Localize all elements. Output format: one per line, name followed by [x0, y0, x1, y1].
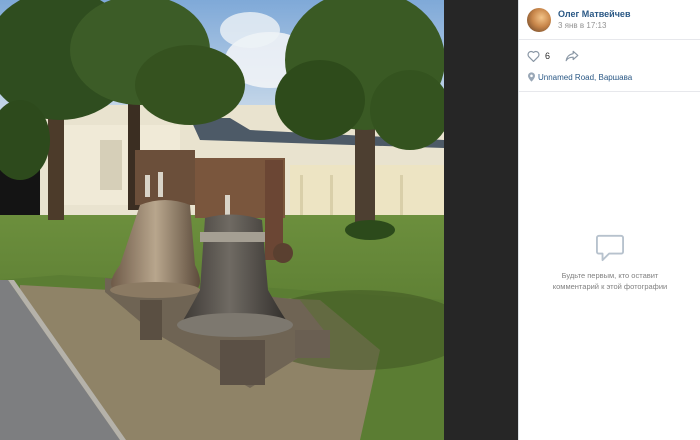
viewer-gutter: [444, 0, 518, 440]
author-name[interactable]: Олег Матвейчев: [558, 9, 630, 19]
location-link[interactable]: Unnamed Road, Варшава: [538, 73, 632, 82]
post-date[interactable]: 3 янв в 17:13: [558, 21, 606, 30]
empty-comments-line2: комментарий к этой фотографии: [552, 282, 668, 291]
like-button[interactable]: 6: [527, 48, 567, 64]
post-header: Олег Матвейчев 3 янв в 17:13: [519, 0, 700, 40]
empty-comments-text: Будьте первым, кто оставит комментарий к…: [519, 270, 700, 292]
speech-bubble-icon: [596, 234, 624, 262]
share-button[interactable]: [565, 49, 581, 63]
map-pin-icon: [528, 72, 535, 82]
photo-viewer: [0, 0, 518, 440]
avatar[interactable]: [527, 8, 551, 32]
heart-icon: [527, 50, 540, 62]
empty-comments-line1: Будьте первым, кто оставит: [561, 271, 659, 280]
photo-image: [0, 0, 444, 440]
photo-info-panel: Олег Матвейчев 3 янв в 17:13 6 Unnamed R…: [518, 0, 700, 440]
share-arrow-icon: [565, 50, 579, 62]
location-row: Unnamed Road, Варшава: [519, 66, 700, 92]
like-count: 6: [545, 51, 551, 61]
photo[interactable]: [0, 0, 444, 440]
empty-comments: Будьте первым, кто оставит комментарий к…: [519, 234, 700, 292]
